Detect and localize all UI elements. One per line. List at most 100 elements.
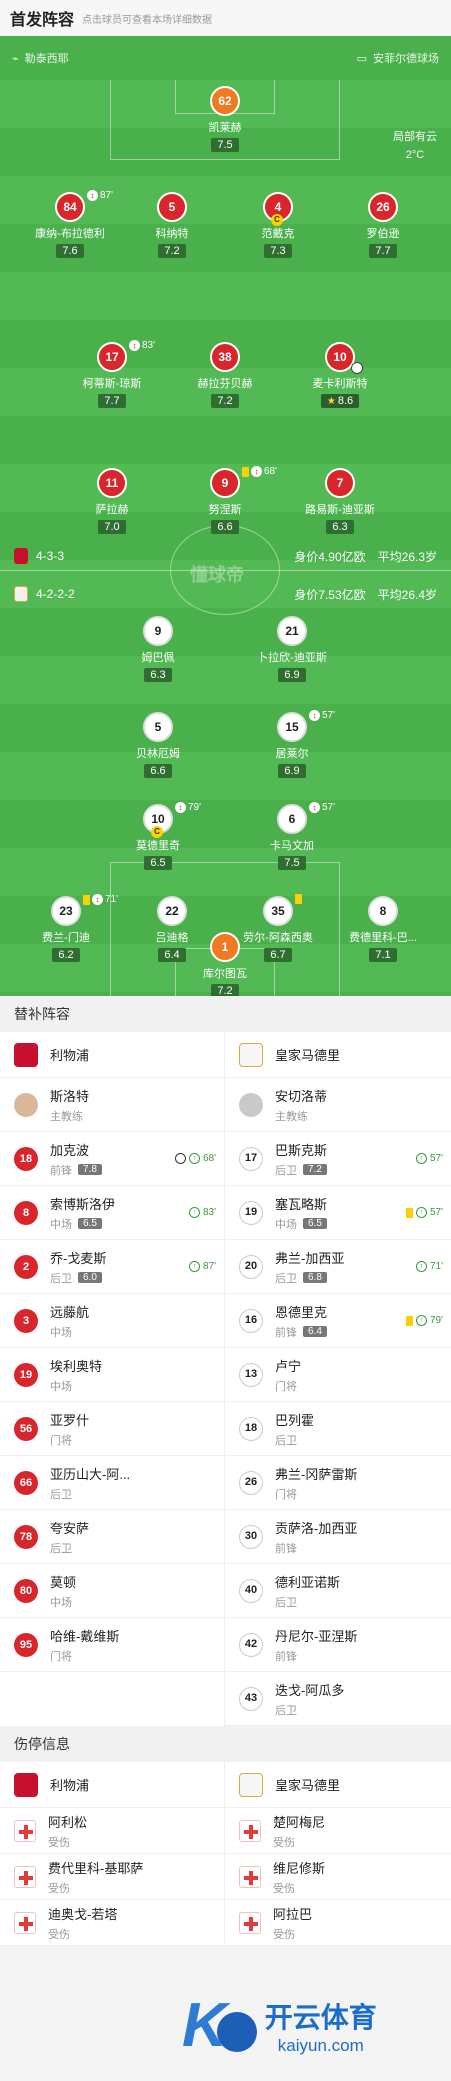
player-home-cb2[interactable]: 4 C 范戴克 7.3 — [233, 192, 323, 259]
sub-row[interactable]: 8 索博斯洛伊 中场 6.5 ↑ 83' — [0, 1186, 224, 1240]
player-away-lb[interactable]: 23 ↕ 71' 费兰-门迪 6.2 — [21, 894, 118, 963]
sub-position: 前锋 — [275, 1542, 297, 1555]
weather: 局部有云 2°C — [393, 128, 437, 164]
sub-number: 19 — [14, 1362, 38, 1387]
medical-cross-icon — [239, 1819, 261, 1842]
injury-row[interactable]: 费代里科-基耶萨 受伤 — [0, 1854, 224, 1900]
injuries-grid: 利物浦 阿利松 受伤 费代里科-基耶萨 受伤 迪奥戈-若塔 受伤 皇家马德里 楚阿梅尼… — [0, 1762, 451, 1946]
sub-event: ↑ 68' — [174, 1153, 216, 1164]
player-home-cm2[interactable]: 38 赫拉芬贝赫 7.2 — [180, 342, 270, 409]
sub-event: ↕ 57' — [309, 802, 335, 813]
squad-value: 身价4.90亿欧 — [294, 549, 366, 564]
sub-position: 中场 — [50, 1326, 72, 1339]
sub-event: ↕ 68' — [242, 466, 277, 477]
player-away-dm1[interactable]: 10 C ↕ 79' 莫德里奇 6.5 — [113, 802, 203, 871]
player-name: 费兰-门迪 — [42, 932, 90, 944]
sub-row[interactable]: 2 乔-戈麦斯 后卫 6.0 ↑ 87' — [0, 1240, 224, 1294]
sub-position: 前锋 — [275, 1326, 297, 1339]
player-away-am2[interactable]: 15 ↕ 57' 居莱尔 6.9 — [247, 710, 337, 779]
sub-row[interactable]: 43 迭戈-阿瓜多 后卫 — [225, 1672, 451, 1726]
star-icon: ★ — [326, 396, 336, 407]
player-name: 康纳-布拉德利 — [35, 228, 105, 240]
sub-row[interactable]: 78 夸安萨 后卫 — [0, 1510, 224, 1564]
injury-row[interactable]: 阿利松 受伤 — [0, 1808, 224, 1854]
sub-icon: ↕ — [87, 190, 98, 201]
coach-row[interactable]: 安切洛蒂 主教练 — [225, 1078, 451, 1132]
player-name: 赫拉芬贝赫 — [197, 378, 253, 390]
sub-row[interactable]: 26 弗兰-冈萨雷斯 门将 — [225, 1456, 451, 1510]
real-madrid-crest-icon — [14, 586, 28, 602]
player-rating: 6.6 — [211, 520, 239, 534]
captain-badge: C — [151, 826, 163, 838]
player-home-rb[interactable]: 84 ↕ 87' 康纳-布拉德利 7.6 — [25, 190, 115, 259]
player-away-dm2[interactable]: 6 ↕ 57' 卡马文加 7.5 — [247, 802, 337, 871]
team-row-away[interactable]: 皇家马德里 — [225, 1762, 451, 1808]
player-name: 科纳特 — [155, 228, 189, 240]
sub-icon: ↕ — [251, 466, 262, 477]
sub-number: 26 — [239, 1470, 263, 1495]
sub-row[interactable]: 56 亚罗什 门将 — [0, 1402, 224, 1456]
sub-row[interactable]: 80 莫顿 中场 — [0, 1564, 224, 1618]
injury-row[interactable]: 迪奥戈-若塔 受伤 — [0, 1900, 224, 1946]
sub-icon: ↕ — [175, 802, 186, 813]
player-home-st[interactable]: 9 ↕ 68' 努涅斯 6.6 — [180, 466, 277, 535]
player-home-cb1[interactable]: 5 科纳特 7.2 — [127, 192, 217, 259]
player-home-rw[interactable]: 11 萨拉赫 7.0 — [67, 468, 157, 535]
player-home-cm1[interactable]: 17 ↕ 83' 柯蒂斯-琼斯 7.7 — [67, 340, 157, 409]
sub-row[interactable]: 19 埃利奥特 中场 — [0, 1348, 224, 1402]
player-name: 莫德里奇 — [136, 840, 180, 852]
player-rating: 7.2 — [211, 394, 239, 408]
coach-role: 主教练 — [50, 1110, 83, 1123]
sub-row[interactable]: 13 卢宁 门将 — [225, 1348, 451, 1402]
injury-row[interactable]: 楚阿梅尼 受伤 — [225, 1808, 451, 1854]
sub-position: 后卫 — [275, 1434, 297, 1447]
goal-ball-icon — [174, 1153, 186, 1164]
sub-row[interactable]: 30 贡萨洛-加西亚 前锋 — [225, 1510, 451, 1564]
sub-row[interactable]: 3 远藤航 中场 — [0, 1294, 224, 1348]
sub-row[interactable]: 18 巴列霍 后卫 — [225, 1402, 451, 1456]
sub-name: 加克波 — [50, 1142, 90, 1158]
sub-row[interactable]: 19 塞瓦略斯 中场 6.5 ↑ 57' — [225, 1186, 451, 1240]
sub-row[interactable]: 20 弗兰-加西亚 后卫 6.8 ↑ 71' — [225, 1240, 451, 1294]
player-home-gk[interactable]: 62 凯莱赫 7.5 — [180, 86, 270, 153]
sub-row[interactable]: 40 德利亚诺斯 后卫 — [225, 1564, 451, 1618]
injury-row[interactable]: 阿拉巴 受伤 — [225, 1900, 451, 1946]
player-away-st2[interactable]: 21 卜拉欣-迪亚斯 6.9 — [247, 616, 337, 683]
sub-row[interactable]: 42 丹尼尔-亚涅斯 前锋 — [225, 1618, 451, 1672]
sub-position: 中场 — [50, 1380, 72, 1393]
player-home-lw[interactable]: 7 路易斯-迪亚斯 6.3 — [295, 468, 385, 535]
player-name: 凯莱赫 — [208, 122, 242, 134]
team-row-away[interactable]: 皇家马德里 — [225, 1032, 451, 1078]
injured-name: 阿利松 — [48, 1814, 88, 1830]
coach-row[interactable]: 斯洛特 主教练 — [0, 1078, 224, 1132]
sub-row[interactable]: 18 加克波 前锋 7.8 ↑ 68' — [0, 1132, 224, 1186]
player-number: 38 — [210, 342, 240, 372]
pitch: 懂球帝 ⌁ 勒泰西耶 ▭ 安菲尔德球场 局部有云 2°C 62 凯莱赫 7.5 84… — [0, 36, 451, 996]
team-row-home[interactable]: 利物浦 — [0, 1032, 224, 1078]
sub-row[interactable]: 66 亚历山大-阿... 后卫 — [0, 1456, 224, 1510]
sub-number: 13 — [239, 1362, 263, 1387]
player-home-lb[interactable]: 26 罗伯逊 7.7 — [338, 192, 428, 259]
injuries-away: 皇家马德里 楚阿梅尼 受伤 维尼修斯 受伤 阿拉巴 受伤 — [225, 1762, 451, 1946]
sub-row[interactable]: 95 哈维-戴维斯 门将 — [0, 1618, 224, 1672]
player-rating: 6.5 — [144, 856, 172, 870]
player-away-st1[interactable]: 9 姆巴佩 6.3 — [113, 616, 203, 683]
venue-right: 安菲尔德球场 — [373, 53, 439, 65]
player-number: 5 — [143, 712, 173, 742]
sub-row[interactable]: 17 巴斯克斯 后卫 7.2 ↑ 57' — [225, 1132, 451, 1186]
sub-row[interactable]: 16 恩德里克 前锋 6.4 ↑ 79' — [225, 1294, 451, 1348]
sub-name: 远藤航 — [50, 1304, 90, 1320]
player-name: 罗伯逊 — [366, 228, 400, 240]
player-name: 姆巴佩 — [141, 652, 175, 664]
player-away-am1[interactable]: 5 贝林厄姆 6.6 — [113, 712, 203, 779]
weather-condition: 局部有云 — [393, 131, 437, 143]
injury-status: 受伤 — [273, 1928, 295, 1941]
player-away-gk[interactable]: 1 库尔图瓦 7.2 — [180, 932, 270, 996]
sub-name: 哈维-戴维斯 — [50, 1628, 120, 1644]
injury-row[interactable]: 维尼修斯 受伤 — [225, 1854, 451, 1900]
team-row-home[interactable]: 利物浦 — [0, 1762, 224, 1808]
player-home-cm3[interactable]: 10 麦卡利斯特 ★ 8.6 — [295, 342, 385, 409]
player-away-rb[interactable]: 8 费德里科-巴... 7.1 — [338, 896, 428, 963]
sub-number: 17 — [239, 1146, 263, 1171]
sub-name: 巴列霍 — [275, 1412, 315, 1428]
